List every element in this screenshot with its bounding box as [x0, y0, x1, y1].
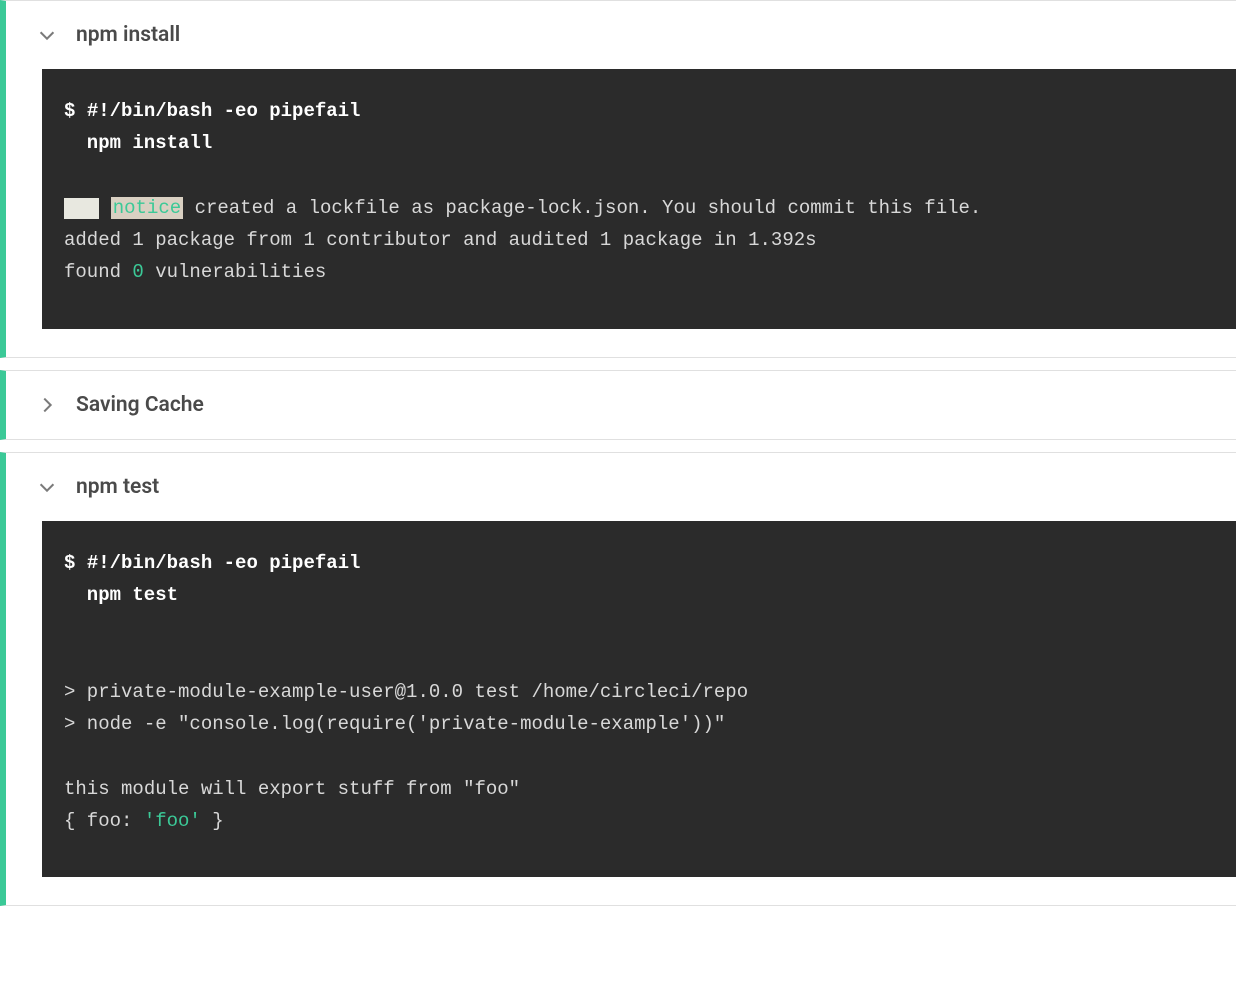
terminal-output: $ #!/bin/bash -eo pipefail npm install n…	[42, 69, 1236, 329]
chevron-right-icon	[36, 394, 58, 416]
output-line: { foo: 'foo' }	[64, 810, 224, 832]
step-title: npm install	[76, 23, 180, 47]
prompt-symbol: $	[64, 100, 87, 122]
step-header[interactable]: npm test	[6, 453, 1236, 521]
command-line: npm test	[64, 584, 178, 606]
step-header[interactable]: Saving Cache	[6, 371, 1236, 439]
terminal-output: $ #!/bin/bash -eo pipefail npm test > pr…	[42, 521, 1236, 878]
npm-blank-tag	[64, 198, 99, 219]
step-title: npm test	[76, 475, 159, 499]
build-step-npm-test: npm test $ #!/bin/bash -eo pipefail npm …	[0, 452, 1236, 907]
output-line: notice created a lockfile as package-loc…	[64, 197, 981, 219]
output-line: found 0 vulnerabilities	[64, 261, 326, 283]
prompt-symbol: $	[64, 552, 87, 574]
build-step-saving-cache: Saving Cache	[0, 370, 1236, 440]
npm-notice-tag: notice	[111, 197, 183, 219]
output-line: > node -e "console.log(require('private-…	[64, 713, 725, 735]
step-header[interactable]: npm install	[6, 1, 1236, 69]
output-line: this module will export stuff from "foo"	[64, 778, 520, 800]
string-literal: 'foo'	[144, 810, 201, 832]
shebang-line: #!/bin/bash -eo pipefail	[87, 552, 361, 574]
chevron-down-icon	[36, 24, 58, 46]
output-line: > private-module-example-user@1.0.0 test…	[64, 681, 748, 703]
chevron-down-icon	[36, 476, 58, 498]
step-title: Saving Cache	[76, 393, 204, 417]
command-line: npm install	[64, 132, 212, 154]
shebang-line: #!/bin/bash -eo pipefail	[87, 100, 361, 122]
vuln-count: 0	[132, 261, 143, 283]
build-step-npm-install: npm install $ #!/bin/bash -eo pipefail n…	[0, 0, 1236, 358]
output-line: added 1 package from 1 contributor and a…	[64, 229, 817, 251]
